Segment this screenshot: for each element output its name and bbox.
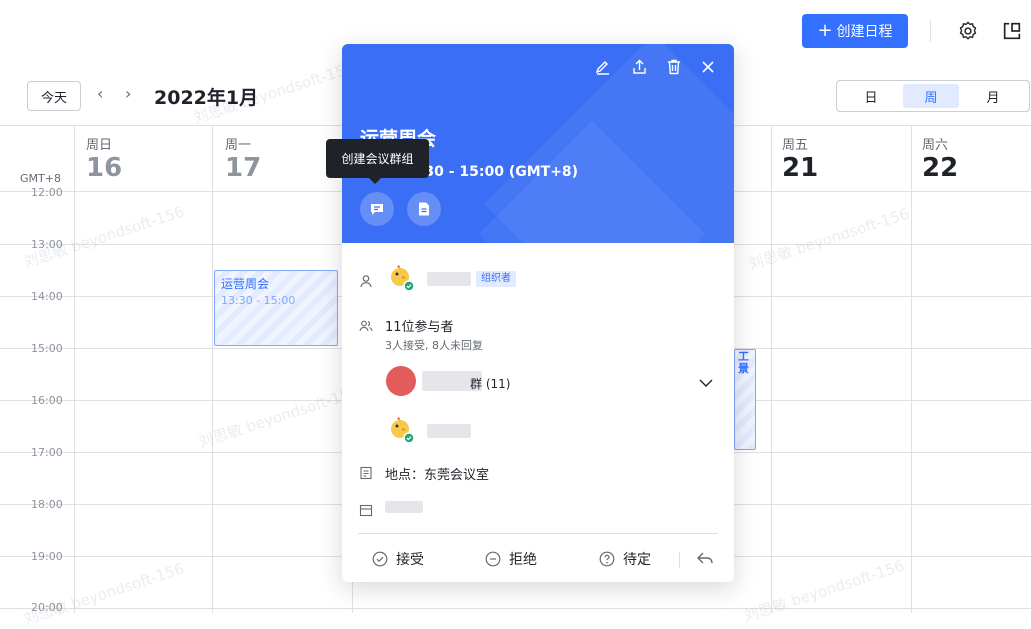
calendar-event[interactable]: 运营周会 13:30 - 15:00: [214, 270, 338, 346]
calendar-event[interactable]: 工 景: [734, 349, 756, 450]
attendee-count[interactable]: 11位参与者: [385, 316, 454, 335]
attendee-status: 3人接受, 8人未回复: [385, 339, 483, 352]
next-week-button[interactable]: ›: [125, 84, 139, 108]
decline-label: 拒绝: [509, 552, 537, 568]
event-location: 地点：东莞会议室: [385, 468, 490, 483]
toolbar-divider: [930, 20, 931, 42]
share-icon[interactable]: [630, 58, 648, 76]
time-label: 17:00: [31, 446, 63, 459]
watermark: 刘思敏 beyondsoft-156: [196, 382, 362, 452]
view-day-button[interactable]: 日: [843, 84, 899, 108]
organizer-badge: 组织者: [476, 271, 516, 287]
tooltip: 创建会议群组: [326, 139, 429, 178]
time-label: 14:00: [31, 290, 63, 303]
open-window-icon[interactable]: [1001, 20, 1023, 42]
check-circle-icon: [372, 551, 388, 567]
person-icon: [360, 275, 372, 288]
event-title: 运营周会: [221, 277, 270, 291]
view-week-button[interactable]: 周: [903, 84, 959, 108]
create-event-label: 创建日程: [836, 24, 893, 40]
day-name: 周五: [782, 138, 809, 153]
event-detail-popover: 运营周会 周一) 13:30 - 15:00 (GMT+8) 组织者: [342, 44, 734, 582]
day-number[interactable]: 22: [922, 153, 958, 183]
meeting-notes-button[interactable]: [407, 192, 441, 226]
calendar-name-redacted: [385, 501, 423, 513]
day-name: 周六: [922, 138, 949, 153]
group-avatar[interactable]: [386, 366, 416, 396]
day-name: 周一: [225, 138, 252, 153]
divider: [358, 533, 718, 534]
plus-icon: +: [817, 20, 833, 41]
time-label: 15:00: [31, 342, 63, 355]
accept-button[interactable]: 接受: [372, 549, 424, 569]
event-title: 工 景: [738, 350, 749, 375]
create-event-button[interactable]: + 创建日程: [802, 14, 908, 48]
time-label: 12:00: [31, 186, 63, 199]
watermark: 刘思敏 beyondsoft-156: [21, 202, 187, 272]
time-label: 16:00: [31, 394, 63, 407]
day-number[interactable]: 17: [225, 153, 261, 183]
previous-week-button[interactable]: ‹: [97, 84, 111, 108]
day-number[interactable]: 16: [86, 153, 122, 183]
reply-icon[interactable]: [696, 550, 714, 566]
location-doc-icon: [360, 466, 372, 480]
document-icon: [419, 202, 429, 216]
organizer-name-redacted: [427, 272, 471, 286]
day-number[interactable]: 21: [782, 153, 818, 183]
people-icon: [359, 320, 373, 332]
view-switcher: 日 周 月: [836, 80, 1030, 112]
tentative-button[interactable]: 待定: [599, 549, 651, 569]
day-name: 周日: [86, 138, 113, 153]
attendee-name-redacted: [427, 424, 471, 438]
tooltip-arrow: [369, 178, 381, 184]
divider: [679, 552, 680, 568]
timezone-label: GMT+8: [20, 172, 61, 185]
time-label: 20:00: [31, 601, 63, 614]
calendar-icon: [359, 504, 373, 517]
time-label: 18:00: [31, 498, 63, 511]
time-label: 19:00: [31, 550, 63, 563]
tentative-label: 待定: [623, 552, 651, 568]
month-title: 2022年1月: [154, 87, 259, 109]
chat-icon: [371, 204, 383, 215]
minus-circle-icon: [485, 551, 501, 567]
edit-icon[interactable]: [594, 58, 612, 76]
close-icon[interactable]: [699, 58, 717, 76]
avatar[interactable]: [387, 416, 415, 444]
group-chat-label[interactable]: 群 (11): [470, 375, 510, 392]
time-label: 13:00: [31, 238, 63, 251]
create-group-chat-button[interactable]: [360, 192, 394, 226]
gear-icon[interactable]: [957, 20, 979, 42]
chevron-down-icon[interactable]: [698, 376, 714, 390]
watermark: 刘思敏 beyondsoft-156: [21, 559, 187, 629]
avatar[interactable]: [387, 264, 415, 292]
today-button[interactable]: 今天: [27, 81, 81, 111]
event-time: 13:30 - 15:00: [221, 294, 296, 307]
delete-icon[interactable]: [665, 58, 683, 76]
accept-label: 接受: [396, 552, 424, 568]
decline-button[interactable]: 拒绝: [485, 549, 537, 569]
watermark: 刘思敏 beyondsoft-156: [741, 556, 907, 626]
question-circle-icon: [599, 551, 615, 567]
view-month-button[interactable]: 月: [965, 84, 1021, 108]
